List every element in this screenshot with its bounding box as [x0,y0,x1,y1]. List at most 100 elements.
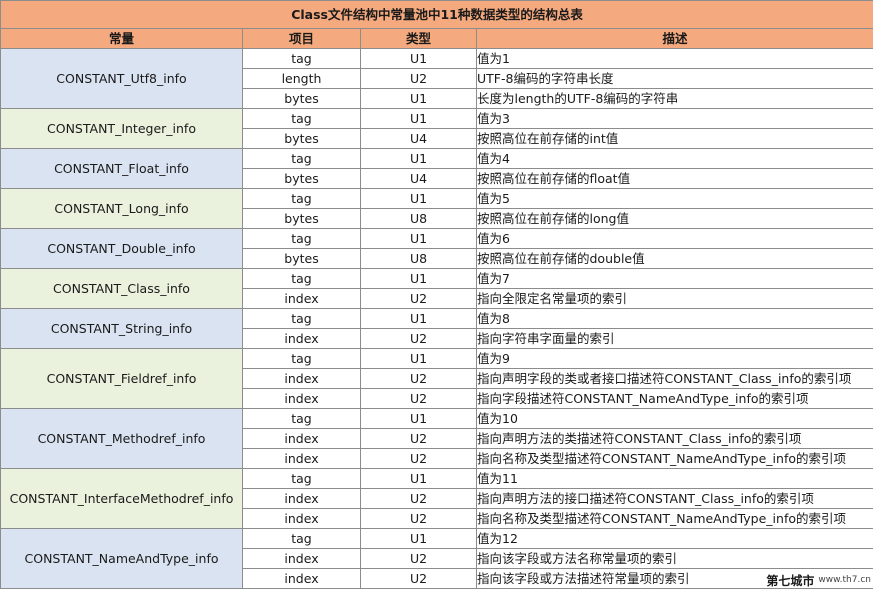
type-cell: U1 [360,228,477,249]
type-cell: U1 [360,88,477,109]
description-cell: 值为3 [475,108,873,129]
type-cell: U1 [360,148,477,169]
item-cell: tag [242,148,361,169]
description-cell: 值为12 [475,528,873,549]
table-row: CONSTANT_NameAndType_info tag U1 值为12 [0,528,873,589]
item-cell: tag [242,188,361,209]
type-cell: U1 [360,268,477,289]
item-cell: bytes [242,128,361,149]
description-cell: 指向该字段或方法名称常量项的索引 [475,548,873,569]
description-cell: 指向全限定名常量项的索引 [475,288,873,309]
type-cell: U2 [360,288,477,309]
item-cell: index [242,548,361,569]
table-row: CONSTANT_Fieldref_info tag U1 值为9 [0,348,873,409]
constant-name-cell: CONSTANT_Fieldref_info [0,348,243,409]
constant-pool-table: Class文件结构中常量池中11种数据类型的结构总表 常量 项目 类型 描述 C… [0,0,873,589]
type-cell: U2 [360,568,477,589]
description-cell: 按照高位在前存储的int值 [475,128,873,149]
item-cell: index [242,448,361,469]
watermark-url: www.th7.cn [818,575,871,585]
description-cell: 指向名称及类型描述符CONSTANT_NameAndType_info的索引项 [475,508,873,529]
type-cell: U1 [360,308,477,329]
type-cell: U2 [360,488,477,509]
description-cell: 按照高位在前存储的double值 [475,248,873,269]
constant-name-cell: CONSTANT_Float_info [0,148,243,189]
table-body: CONSTANT_Utf8_info tag U1 值为1 length U2 UTF-8编… [0,48,873,589]
type-cell: U8 [360,208,477,229]
type-cell: U1 [360,468,477,489]
watermark: 第七城市 www.th7.cn [766,572,871,588]
item-cell: index [242,508,361,529]
description-cell: 指向声明方法的接口描述符CONSTANT_Class_info的索引项 [475,488,873,509]
type-cell: U1 [360,348,477,369]
type-cell: U8 [360,248,477,269]
description-cell: 值为10 [475,408,873,429]
table-row: CONSTANT_Float_info tag U1 值为4 [0,148,873,189]
type-cell: U1 [360,48,477,69]
header-row: 常量 项目 类型 描述 [0,28,873,49]
table-row: CONSTANT_Long_info tag U1 值为5 [0,188,873,229]
table-title: Class文件结构中常量池中11种数据类型的结构总表 [0,0,873,29]
description-cell: 指向字段描述符CONSTANT_NameAndType_info的索引项 [475,388,873,409]
type-cell: U1 [360,188,477,209]
item-cell: index [242,568,361,589]
item-cell: tag [242,268,361,289]
table-row: CONSTANT_Utf8_info tag U1 值为1 [0,48,873,109]
description-cell: 值为4 [475,148,873,169]
description-cell: 值为1 [475,48,873,69]
type-cell: U2 [360,448,477,469]
item-cell: index [242,368,361,389]
item-cell: tag [242,228,361,249]
item-cell: tag [242,108,361,129]
header-constant: 常量 [0,28,243,49]
item-cell: length [242,68,361,89]
type-cell: U1 [360,528,477,549]
table-row: CONSTANT_InterfaceMethodref_info tag U1 值为1… [0,468,873,529]
type-cell: U1 [360,408,477,429]
table-row: CONSTANT_Methodref_info tag U1 值为10 [0,408,873,469]
header-description: 描述 [475,28,873,49]
table-row: CONSTANT_Double_info tag U1 值为6 [0,228,873,269]
constant-name-cell: CONSTANT_Long_info [0,188,243,229]
constant-name-cell: CONSTANT_Methodref_info [0,408,243,469]
table-row: CONSTANT_String_info tag U1 值为8 [0,308,873,349]
constant-name-cell: CONSTANT_InterfaceMethodref_info [0,468,243,529]
description-cell: 按照高位在前存储的float值 [475,168,873,189]
item-cell: index [242,428,361,449]
item-cell: bytes [242,248,361,269]
type-cell: U2 [360,428,477,449]
item-cell: tag [242,528,361,549]
constant-name-cell: CONSTANT_Class_info [0,268,243,309]
item-cell: tag [242,48,361,69]
constant-name-cell: CONSTANT_String_info [0,308,243,349]
description-cell: 值为11 [475,468,873,489]
item-cell: bytes [242,168,361,189]
description-cell: 按照高位在前存储的long值 [475,208,873,229]
constant-name-cell: CONSTANT_NameAndType_info [0,528,243,589]
header-item: 项目 [242,28,361,49]
description-cell: 指向名称及类型描述符CONSTANT_NameAndType_info的索引项 [475,448,873,469]
item-cell: tag [242,468,361,489]
description-cell: 值为6 [475,228,873,249]
header-type: 类型 [360,28,477,49]
item-cell: tag [242,308,361,329]
description-cell: 值为9 [475,348,873,369]
item-cell: tag [242,408,361,429]
type-cell: U2 [360,68,477,89]
type-cell: U2 [360,368,477,389]
constant-name-cell: CONSTANT_Utf8_info [0,48,243,109]
description-cell: UTF-8编码的字符串长度 [475,68,873,89]
constant-name-cell: CONSTANT_Double_info [0,228,243,269]
description-cell: 指向声明方法的类描述符CONSTANT_Class_info的索引项 [475,428,873,449]
watermark-logo: 第七城市 [766,573,815,588]
table-row: CONSTANT_Integer_info tag U1 值为3 [0,108,873,149]
description-cell: 值为8 [475,308,873,329]
item-cell: index [242,388,361,409]
item-cell: tag [242,348,361,369]
type-cell: U2 [360,328,477,349]
type-cell: U2 [360,508,477,529]
constant-name-cell: CONSTANT_Integer_info [0,108,243,149]
type-cell: U2 [360,548,477,569]
item-cell: bytes [242,88,361,109]
type-cell: U4 [360,128,477,149]
